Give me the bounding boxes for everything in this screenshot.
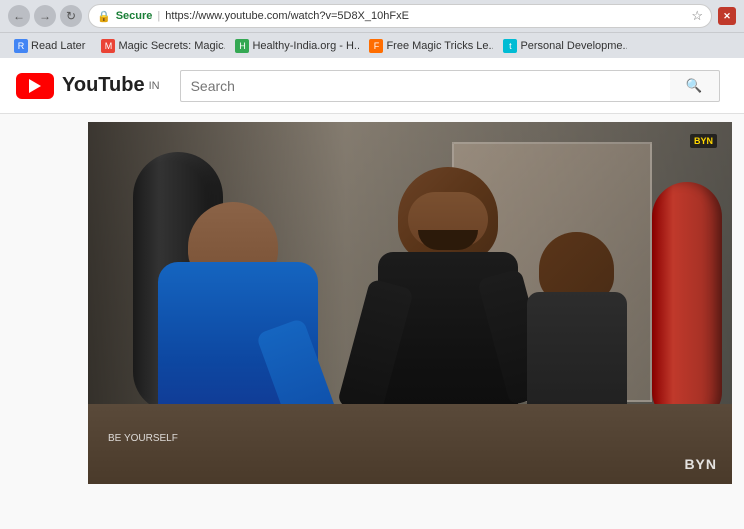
bookmark-icon-magic-secrets: M — [101, 39, 115, 53]
youtube-logo[interactable]: YouTube IN — [16, 73, 160, 99]
lock-icon: 🔒 — [97, 10, 111, 23]
bookmark-icon-healthy-india: H — [235, 39, 249, 53]
search-button[interactable]: 🔍 — [670, 70, 720, 102]
bookmark-healthy-india[interactable]: H Healthy-India.org - H... — [229, 37, 359, 55]
video-top-badge: BYN — [690, 134, 717, 148]
play-icon — [29, 79, 41, 93]
page-background: BE YOURSELF BYN BYN — [0, 122, 744, 484]
punching-bag-right — [652, 182, 722, 422]
search-container: 🔍 — [180, 70, 720, 102]
separator: | — [157, 10, 160, 22]
gym-scene: BE YOURSELF BYN BYN — [88, 122, 732, 484]
subtitle-text: BE YOURSELF — [108, 433, 178, 444]
url-text[interactable]: https://www.youtube.com/watch?v=5D8X_10h… — [165, 10, 686, 22]
bookmark-label-magic-secrets: Magic Secrets: Magic... — [118, 40, 225, 52]
search-icon: 🔍 — [686, 78, 703, 94]
bookmark-label-free-magic: Free Magic Tricks Le... — [386, 40, 493, 52]
bookmark-read-later[interactable]: R Read Later — [8, 37, 91, 55]
byn-watermark: BYN — [684, 456, 717, 472]
youtube-country: IN — [149, 80, 160, 92]
nav-icons: ← → ↻ — [8, 5, 82, 27]
forward-button[interactable]: → — [34, 5, 56, 27]
bookmark-label-read-later: Read Later — [31, 40, 85, 52]
bookmark-personal-dev[interactable]: t Personal Developme... — [497, 37, 627, 55]
bookmark-label-healthy-india: Healthy-India.org - H... — [252, 40, 359, 52]
bookmark-label-personal-dev: Personal Developme... — [520, 40, 627, 52]
video-container: BE YOURSELF BYN BYN — [88, 122, 732, 484]
extension-icon[interactable]: ✕ — [718, 7, 736, 25]
reload-button[interactable]: ↻ — [60, 5, 82, 27]
bookmarks-bar: R Read Later M Magic Secrets: Magic... H… — [0, 32, 744, 58]
search-input[interactable] — [180, 70, 670, 102]
secure-label: Secure — [116, 10, 153, 22]
bookmark-icon-free-magic: F — [369, 39, 383, 53]
youtube-wordmark: YouTube — [62, 74, 145, 97]
bookmark-icon-personal-dev: t — [503, 39, 517, 53]
bookmark-icon-read-later: R — [14, 39, 28, 53]
bookmark-free-magic[interactable]: F Free Magic Tricks Le... — [363, 37, 493, 55]
browser-chrome: ← → ↻ 🔒 Secure | https://www.youtube.com… — [0, 0, 744, 58]
video-player[interactable]: BE YOURSELF BYN BYN — [88, 122, 732, 484]
bookmark-magic-secrets[interactable]: M Magic Secrets: Magic... — [95, 37, 225, 55]
back-button[interactable]: ← — [8, 5, 30, 27]
gym-floor — [88, 404, 732, 484]
youtube-logo-icon — [16, 73, 54, 99]
bookmark-star-icon[interactable]: ☆ — [691, 8, 703, 24]
youtube-header: YouTube IN 🔍 — [0, 58, 744, 114]
address-bar-row: ← → ↻ 🔒 Secure | https://www.youtube.com… — [0, 0, 744, 32]
address-bar[interactable]: 🔒 Secure | https://www.youtube.com/watch… — [88, 4, 712, 28]
